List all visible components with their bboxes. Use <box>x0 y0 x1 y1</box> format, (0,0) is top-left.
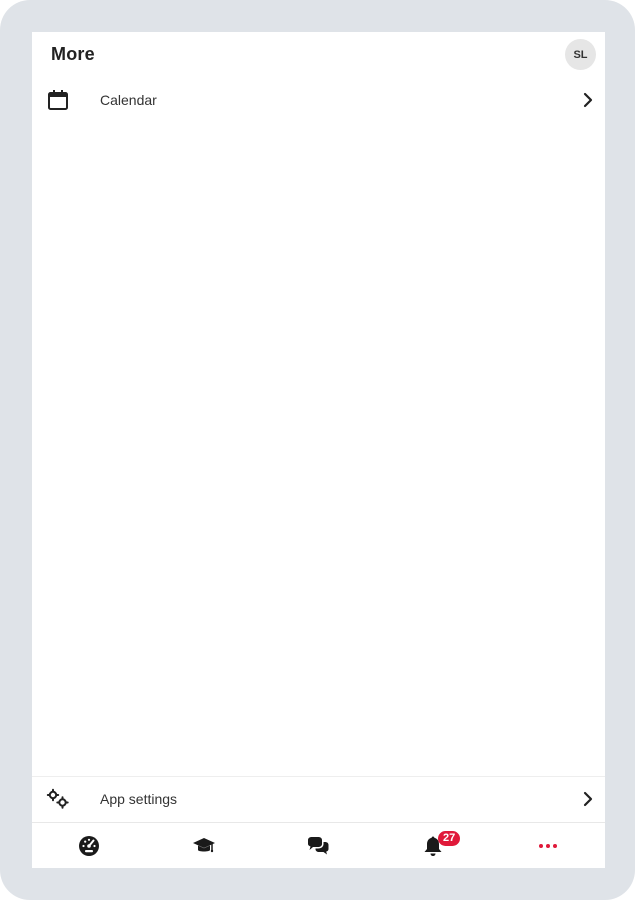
device-frame: More SL Calendar App settings 27 <box>0 0 635 900</box>
menu-item-calendar[interactable]: Calendar <box>32 78 605 122</box>
chevron-right-icon <box>583 92 593 108</box>
tab-notifications[interactable]: 27 <box>376 823 491 868</box>
tab-more[interactable] <box>490 823 605 868</box>
app-screen: More SL Calendar App settings 27 <box>32 32 605 868</box>
header: More SL <box>32 32 605 78</box>
menu-item-label: Calendar <box>100 92 157 108</box>
menu-item-app-settings[interactable]: App settings <box>32 776 605 821</box>
dashboard-icon <box>79 836 100 856</box>
tab-courses[interactable] <box>147 823 262 868</box>
chevron-right-icon <box>583 791 593 807</box>
chat-bubbles-icon <box>308 837 329 855</box>
tab-dashboard[interactable] <box>32 823 147 868</box>
calendar-icon <box>48 90 68 110</box>
notification-count-badge: 27 <box>438 831 461 846</box>
bottom-tab-bar: 27 <box>32 822 605 868</box>
user-avatar[interactable]: SL <box>565 39 596 70</box>
tab-messages[interactable] <box>261 823 376 868</box>
graduation-cap-icon <box>192 838 215 853</box>
menu-item-label: App settings <box>100 791 178 807</box>
page-title: More <box>51 44 95 64</box>
gears-icon <box>46 788 69 809</box>
more-dots-icon <box>538 844 557 848</box>
